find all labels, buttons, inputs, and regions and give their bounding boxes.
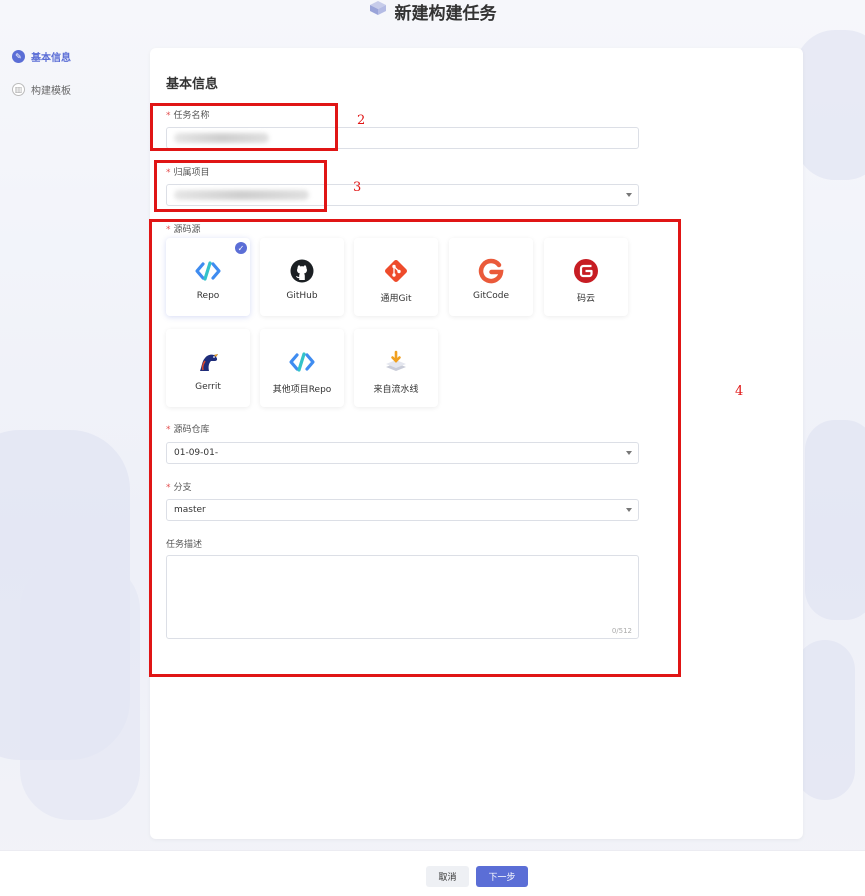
next-step-button[interactable]: 下一步 <box>476 866 528 887</box>
background-shape <box>20 560 140 820</box>
annotation-box <box>154 160 327 212</box>
annotation-box <box>149 219 681 677</box>
background-shape <box>795 30 865 180</box>
build-box-icon <box>369 1 386 15</box>
step-navigation: ✎ 基本信息 ▥ 构建模板 <box>12 46 71 112</box>
template-icon: ▥ <box>12 82 25 96</box>
annotation-number: 4 <box>735 384 744 399</box>
chevron-down-icon <box>626 193 632 197</box>
annotation-number: 3 <box>353 180 362 195</box>
step-build-template[interactable]: ▥ 构建模板 <box>12 79 71 99</box>
step-label: 构建模板 <box>31 85 71 97</box>
background-shape <box>805 420 865 620</box>
background-shape <box>795 640 855 800</box>
section-title: 基本信息 <box>166 77 219 92</box>
cancel-button[interactable]: 取消 <box>426 866 469 887</box>
annotation-box <box>150 103 338 151</box>
page-title: 新建构建任务 <box>0 0 865 24</box>
page-title-text: 新建构建任务 <box>394 3 497 24</box>
annotation-number: 2 <box>357 113 366 128</box>
pencil-icon: ✎ <box>12 49 25 63</box>
step-basic-info[interactable]: ✎ 基本信息 <box>12 46 71 66</box>
step-label: 基本信息 <box>31 52 71 64</box>
footer-bar: 取消 下一步 <box>0 850 865 896</box>
